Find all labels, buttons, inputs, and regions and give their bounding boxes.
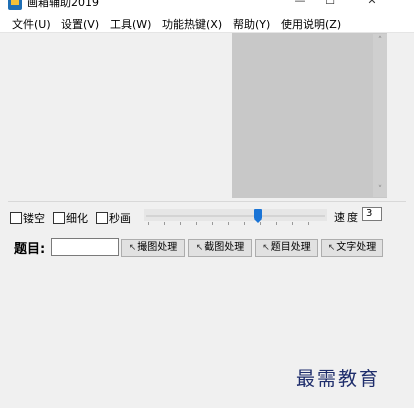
minimize-button[interactable]: — [286, 0, 314, 8]
button-label: 撮图处理 [137, 242, 178, 253]
cursor-icon: ↖ [327, 243, 336, 253]
text-process-button[interactable]: ↖文字处理 [321, 239, 383, 257]
menu-tools[interactable]: 工具(W) [110, 16, 151, 32]
checkbox-hollow-label: 镂空 [23, 212, 45, 225]
scroll-up-icon[interactable]: ˄ [373, 36, 387, 46]
close-button[interactable]: ✕ [358, 0, 386, 8]
drawing-canvas[interactable] [0, 33, 230, 201]
preview-scrollbar[interactable]: ˄ ˅ [373, 34, 387, 197]
checkbox-instant[interactable]: 秒画 [96, 210, 131, 226]
menu-file[interactable]: 文件(U) [12, 16, 51, 32]
menu-settings[interactable]: 设置(V) [61, 16, 99, 32]
checkbox-hollow[interactable]: 镂空 [10, 210, 45, 226]
button-label: 题目处理 [270, 242, 311, 253]
menu-bar: 文件(U) 设置(V) 工具(W) 功能热键(X) 帮助(Y) 使用说明(Z) [0, 12, 414, 33]
menu-help[interactable]: 帮助(Y) [233, 16, 270, 32]
title-label: 题目: [14, 242, 46, 257]
checkbox-thin-label: 细化 [66, 212, 88, 225]
checkbox-box[interactable] [96, 212, 108, 224]
app-icon [8, 0, 22, 10]
capture-process-button[interactable]: ↖撮图处理 [121, 239, 185, 257]
window-title: 画箱辅助2019 [27, 0, 99, 9]
slider-track [146, 215, 325, 217]
menu-hotkeys[interactable]: 功能热键(X) [162, 16, 222, 32]
checkbox-box[interactable] [53, 212, 65, 224]
preview-panel [232, 33, 387, 198]
scroll-down-icon[interactable]: ˅ [373, 185, 387, 195]
checkbox-instant-label: 秒画 [109, 212, 131, 225]
checkbox-thin[interactable]: 细化 [53, 210, 88, 226]
button-label: 文字处理 [336, 242, 377, 253]
speed-slider[interactable] [144, 209, 327, 225]
toolbar-row: 题目: ↖撮图处理 ↖截图处理 ↖题目处理 ↖文字处理 [0, 236, 414, 260]
watermark: 最需教育 [296, 368, 381, 390]
slider-ticks [148, 222, 323, 225]
divider [8, 201, 406, 202]
cursor-icon: ↖ [195, 243, 204, 253]
title-bar: 画箱辅助2019 — ☐ ✕ [0, 0, 414, 12]
title-process-button[interactable]: ↖题目处理 [255, 239, 318, 257]
title-input[interactable] [51, 238, 119, 256]
checkbox-box[interactable] [10, 212, 22, 224]
options-row: 镂空 细化 秒画 速度 3 [0, 206, 414, 228]
cursor-icon: ↖ [262, 243, 270, 253]
screenshot-process-button[interactable]: ↖截图处理 [188, 239, 252, 257]
button-label: 截图处理 [204, 242, 245, 253]
slider-thumb[interactable] [254, 209, 263, 223]
speed-label: 速度 [334, 211, 360, 224]
cursor-icon: ↖ [128, 243, 137, 253]
menu-manual[interactable]: 使用说明(Z) [281, 16, 341, 32]
speed-input[interactable]: 3 [362, 207, 382, 221]
maximize-button[interactable]: ☐ [316, 0, 344, 8]
